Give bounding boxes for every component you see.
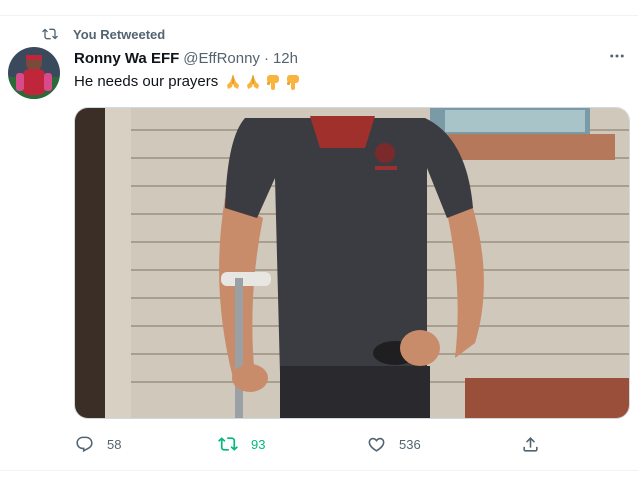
share-button[interactable] (520, 430, 540, 458)
tweet-header: Ronny Wa EFF @EffRonny · 12h (74, 48, 298, 68)
heart-icon (366, 434, 386, 454)
retweet-context-label: You Retweeted (73, 26, 166, 42)
folded-hands-icon (224, 73, 242, 91)
user-handle[interactable]: @EffRonny (183, 50, 260, 67)
tweet-media-image[interactable] (74, 107, 630, 419)
retweet-button[interactable]: 93 (218, 430, 265, 458)
retweet-count: 93 (251, 436, 266, 452)
folded-hands-icon (244, 73, 262, 91)
retweet-icon (218, 434, 238, 454)
like-button[interactable]: 536 (366, 430, 421, 458)
reply-count: 58 (107, 436, 122, 452)
retweet-icon (42, 26, 58, 42)
bottom-divider (0, 470, 638, 471)
timestamp[interactable]: 12h (273, 50, 298, 67)
tweet-actions: 58 93 536 (74, 430, 554, 458)
like-count: 536 (399, 436, 421, 452)
emoji-row (224, 73, 302, 91)
more-horizontal-icon (608, 47, 626, 70)
retweet-context[interactable]: You Retweeted (42, 26, 165, 42)
top-divider (0, 15, 638, 16)
reply-icon (74, 434, 94, 454)
avatar[interactable] (8, 47, 60, 99)
pointing-down-icon (284, 73, 302, 91)
more-options-button[interactable] (606, 48, 628, 68)
display-name[interactable]: Ronny Wa EFF (74, 50, 179, 67)
reply-button[interactable]: 58 (74, 430, 121, 458)
pointing-down-icon (264, 73, 282, 91)
tweet-body: He needs our prayers (74, 73, 219, 90)
tweet-text: He needs our prayers (74, 72, 302, 92)
separator-dot: · (263, 49, 269, 67)
share-icon (520, 434, 540, 454)
